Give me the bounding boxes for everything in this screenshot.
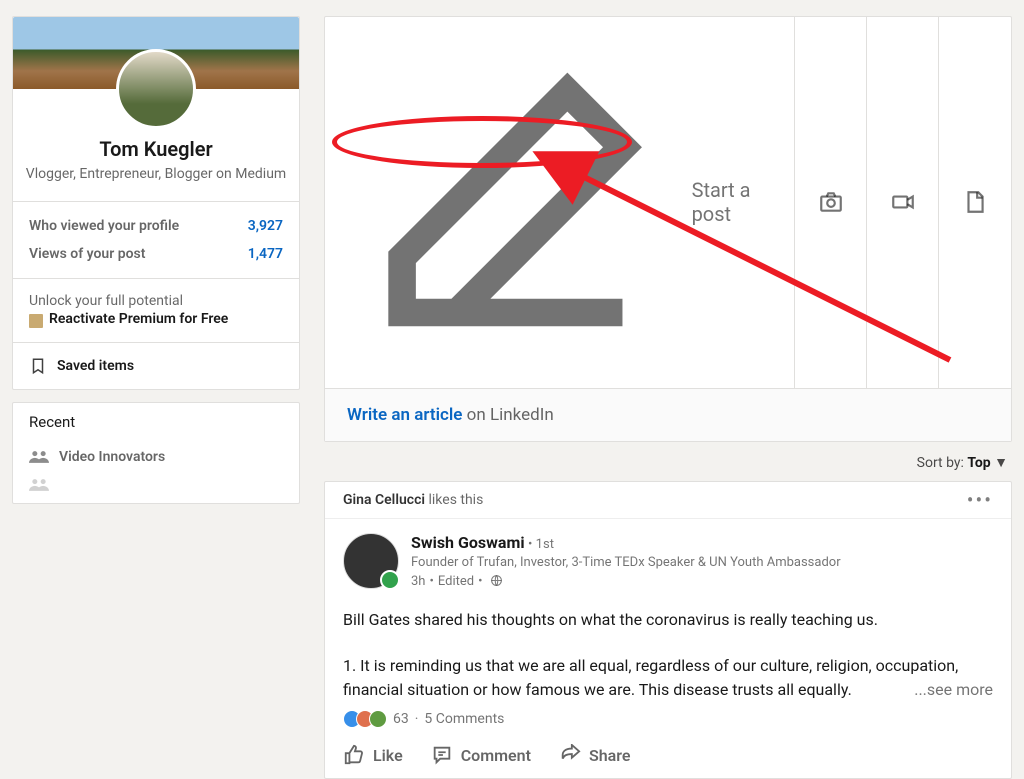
recent-item-video-innovators[interactable]: Video Innovators bbox=[29, 443, 283, 471]
bookmark-icon bbox=[29, 357, 47, 375]
post-line-0: Bill Gates shared his thoughts on what t… bbox=[343, 608, 993, 632]
premium-cta: Reactivate Premium for Free bbox=[49, 311, 228, 327]
document-button[interactable] bbox=[939, 17, 1011, 388]
liker-suffix: likes this bbox=[429, 492, 484, 508]
stat-post-views[interactable]: Views of your post 1,477 bbox=[13, 240, 299, 268]
premium-badge-icon bbox=[29, 314, 43, 328]
stat-label: Views of your post bbox=[29, 246, 145, 262]
comment-icon bbox=[431, 744, 453, 766]
left-sidebar: Tom Kuegler Vlogger, Entrepreneur, Blogg… bbox=[12, 16, 300, 779]
sort-value: Top bbox=[967, 455, 990, 471]
share-button[interactable]: Share bbox=[559, 744, 631, 766]
video-button[interactable] bbox=[867, 17, 939, 388]
saved-items[interactable]: Saved items bbox=[13, 343, 299, 389]
like-label: Like bbox=[373, 746, 403, 765]
see-more-link[interactable]: ...see more bbox=[908, 678, 993, 702]
profile-headline: Vlogger, Entrepreneur, Blogger on Medium bbox=[25, 165, 287, 185]
stat-profile-views[interactable]: Who viewed your profile 3,927 bbox=[13, 212, 299, 240]
thumbs-up-icon bbox=[343, 744, 365, 766]
post-time: 3h bbox=[411, 574, 425, 589]
feed-post: Gina Cellucci likes this ••• Swish Goswa… bbox=[324, 481, 1012, 779]
group-icon bbox=[29, 477, 49, 493]
post-body: Bill Gates shared his thoughts on what t… bbox=[325, 598, 1011, 706]
reaction-summary[interactable]: 63 · 5 Comments bbox=[325, 706, 1011, 740]
share-box: Start a post Write an article on LinkedI… bbox=[324, 16, 1012, 442]
edit-icon bbox=[347, 37, 678, 368]
share-label: Share bbox=[589, 746, 631, 765]
start-post-button[interactable]: Start a post bbox=[325, 17, 795, 388]
premium-top: Unlock your full potential bbox=[29, 293, 283, 309]
write-article-row[interactable]: Write an article on LinkedIn bbox=[325, 388, 1011, 441]
share-icon bbox=[559, 744, 581, 766]
recent-item-label: Video Innovators bbox=[59, 449, 165, 465]
liker-name: Gina Cellucci bbox=[343, 492, 425, 508]
group-icon bbox=[29, 449, 49, 465]
post-edited: Edited bbox=[438, 574, 474, 589]
comment-count[interactable]: 5 Comments bbox=[424, 711, 504, 727]
profile-name[interactable]: Tom Kuegler bbox=[25, 137, 287, 161]
write-article-link[interactable]: Write an article bbox=[347, 405, 462, 425]
document-icon bbox=[962, 189, 988, 215]
saved-label: Saved items bbox=[57, 358, 134, 374]
stat-label: Who viewed your profile bbox=[29, 218, 179, 234]
recent-card: Recent Video Innovators bbox=[12, 402, 300, 504]
caret-down-icon: ▼ bbox=[994, 455, 1008, 471]
start-post-label: Start a post bbox=[692, 178, 772, 226]
stat-value: 3,927 bbox=[248, 218, 283, 234]
recent-item-other[interactable] bbox=[29, 471, 283, 499]
react-icon bbox=[369, 710, 387, 728]
author-avatar[interactable] bbox=[343, 533, 399, 589]
camera-icon bbox=[818, 189, 844, 215]
like-button[interactable]: Like bbox=[343, 744, 403, 766]
video-icon bbox=[890, 189, 916, 215]
sort-label: Sort by: bbox=[917, 455, 964, 471]
recent-title: Recent bbox=[29, 413, 283, 431]
sort-dropdown[interactable]: Sort by: Top ▼ bbox=[324, 450, 1012, 481]
author-name[interactable]: Swish Goswami bbox=[411, 533, 525, 552]
author-degree: 1st bbox=[536, 537, 554, 552]
stat-value: 1,477 bbox=[248, 246, 283, 262]
profile-card: Tom Kuegler Vlogger, Entrepreneur, Blogg… bbox=[12, 16, 300, 390]
write-article-suffix: on LinkedIn bbox=[467, 405, 554, 425]
comment-button[interactable]: Comment bbox=[431, 744, 531, 766]
reaction-count: 63 bbox=[393, 711, 409, 727]
premium-upsell[interactable]: Unlock your full potential Reactivate Pr… bbox=[13, 279, 299, 342]
profile-banner bbox=[13, 17, 299, 89]
post-menu-button[interactable]: ••• bbox=[967, 496, 993, 504]
post-line-1: 1. It is reminding us that we are all eq… bbox=[343, 654, 993, 702]
main-feed: Start a post Write an article on LinkedI… bbox=[324, 16, 1012, 779]
comment-label: Comment bbox=[461, 746, 531, 765]
profile-avatar[interactable] bbox=[116, 49, 196, 129]
globe-icon bbox=[490, 574, 503, 587]
feed-header-text[interactable]: Gina Cellucci likes this bbox=[343, 492, 483, 508]
photo-button[interactable] bbox=[795, 17, 867, 388]
